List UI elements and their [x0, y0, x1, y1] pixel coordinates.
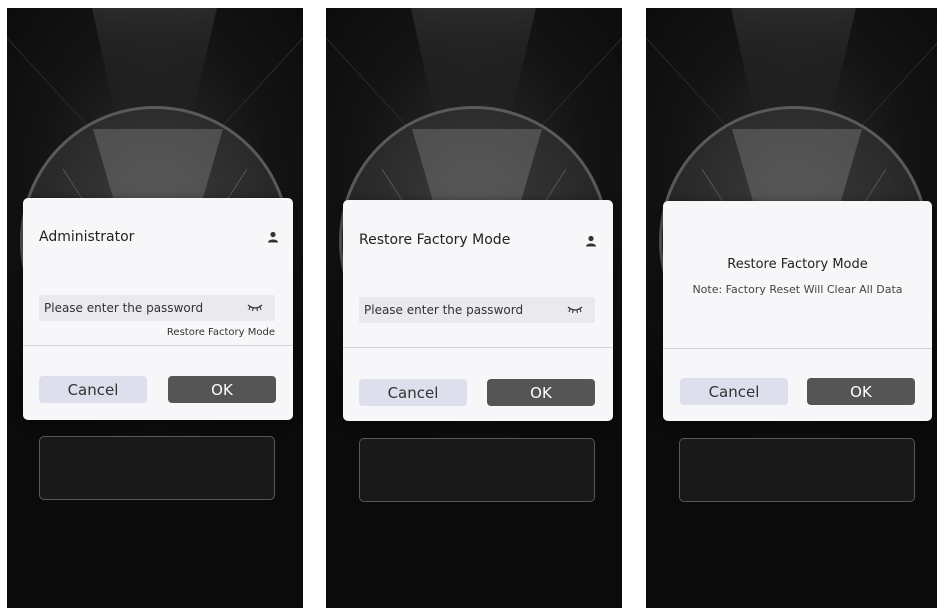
ok-button[interactable]: OK — [487, 379, 595, 406]
eye-closed-icon[interactable] — [247, 302, 263, 312]
screen-restore-factory-password: Restore Factory Mode Cancel OK — [326, 8, 622, 608]
dialog-divider — [663, 348, 932, 349]
dialog-title: Restore Factory Mode — [359, 232, 511, 248]
dialog-title: Administrator — [39, 229, 135, 245]
dialog-title: Restore Factory Mode — [727, 257, 868, 272]
dialog-divider — [343, 347, 613, 348]
glass-panel — [39, 436, 275, 500]
ok-button[interactable]: OK — [807, 378, 915, 405]
dialog-divider — [23, 345, 293, 346]
glass-panel — [679, 438, 915, 502]
screen-restore-factory-confirm: Restore Factory Mode Note: Factory Reset… — [646, 8, 937, 608]
user-icon[interactable] — [267, 231, 279, 243]
password-input[interactable] — [359, 297, 559, 323]
screen-administrator: Administrator Restore Factory Mode Cance… — [7, 8, 303, 608]
restore-factory-password-dialog: Restore Factory Mode Cancel OK — [343, 200, 613, 421]
user-icon[interactable] — [585, 235, 597, 247]
cancel-button[interactable]: Cancel — [359, 379, 467, 406]
glass-panel — [359, 438, 595, 502]
factory-reset-warning: Note: Factory Reset Will Clear All Data — [692, 283, 903, 296]
password-field[interactable] — [39, 295, 275, 321]
administrator-dialog: Administrator Restore Factory Mode Cance… — [23, 198, 293, 420]
password-input[interactable] — [39, 295, 239, 321]
password-field[interactable] — [359, 297, 595, 323]
restore-factory-mode-link[interactable]: Restore Factory Mode — [167, 327, 275, 338]
ok-button[interactable]: OK — [168, 376, 276, 403]
eye-closed-icon[interactable] — [567, 304, 583, 314]
cancel-button[interactable]: Cancel — [39, 376, 147, 403]
restore-factory-confirm-dialog: Restore Factory Mode Note: Factory Reset… — [663, 201, 932, 421]
cancel-button[interactable]: Cancel — [680, 378, 788, 405]
